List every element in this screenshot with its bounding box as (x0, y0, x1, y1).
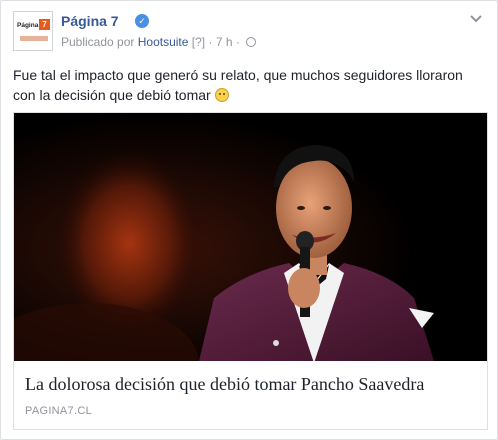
avatar-logo-badge: 7 (39, 19, 50, 30)
chevron-down-icon[interactable] (469, 13, 483, 25)
singer-photo (14, 113, 487, 361)
meta-separator: · (208, 35, 213, 49)
post-timestamp[interactable]: 7 h (216, 35, 233, 49)
meta-separator: · (235, 35, 240, 49)
post-message: Fue tal el impacto que generó su relato,… (13, 65, 489, 105)
post-meta: Publicado por Hootsuite [?] · 7 h · (61, 35, 257, 49)
publisher-link[interactable]: Hootsuite (138, 35, 189, 49)
page-name-link[interactable]: Página 7 (61, 13, 119, 29)
help-marker[interactable]: [?] (192, 35, 205, 49)
link-preview-caption[interactable]: La dolorosa decisión que debió tomar Pan… (14, 361, 487, 429)
verified-badge-icon: ✓ (135, 14, 149, 28)
emoji-icon (214, 88, 229, 102)
link-domain: PAGINA7.CL (25, 405, 92, 417)
published-by-label: Publicado por (61, 35, 135, 49)
post-message-text: Fue tal el impacto que generó su relato,… (13, 67, 463, 103)
link-title[interactable]: La dolorosa decisión que debió tomar Pan… (25, 374, 424, 395)
globe-icon[interactable] (246, 37, 257, 47)
link-preview-image[interactable] (14, 113, 487, 361)
avatar-logo-text: Página (17, 22, 39, 29)
link-preview-card[interactable]: La dolorosa decisión que debió tomar Pan… (13, 112, 488, 430)
facebook-post: Página 7 Página 7 ✓ Publicado por Hootsu… (0, 0, 498, 440)
page-avatar[interactable]: Página 7 (13, 11, 53, 51)
post-header: Página 7 Página 7 ✓ Publicado por Hootsu… (13, 11, 483, 53)
avatar-logo-bar (20, 36, 48, 41)
